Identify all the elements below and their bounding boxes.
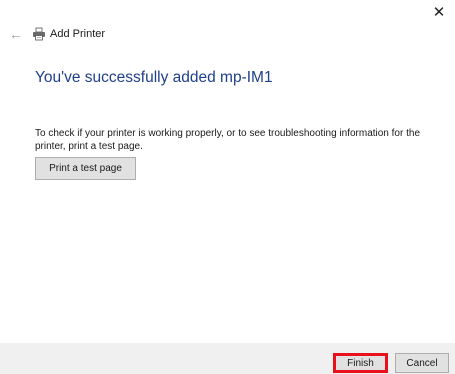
cancel-button[interactable]: Cancel <box>395 353 449 373</box>
success-headline: You've successfully added mp-IM1 <box>35 69 273 86</box>
back-arrow-icon[interactable]: ← <box>9 27 25 41</box>
print-test-page-button[interactable]: Print a test page <box>35 157 136 180</box>
window-title: Add Printer <box>50 28 106 40</box>
printer-icon <box>33 27 45 41</box>
description-text: To check if your printer is working prop… <box>35 128 420 152</box>
finish-button[interactable]: Finish <box>333 353 388 373</box>
close-icon[interactable]: ✕ <box>428 2 450 24</box>
